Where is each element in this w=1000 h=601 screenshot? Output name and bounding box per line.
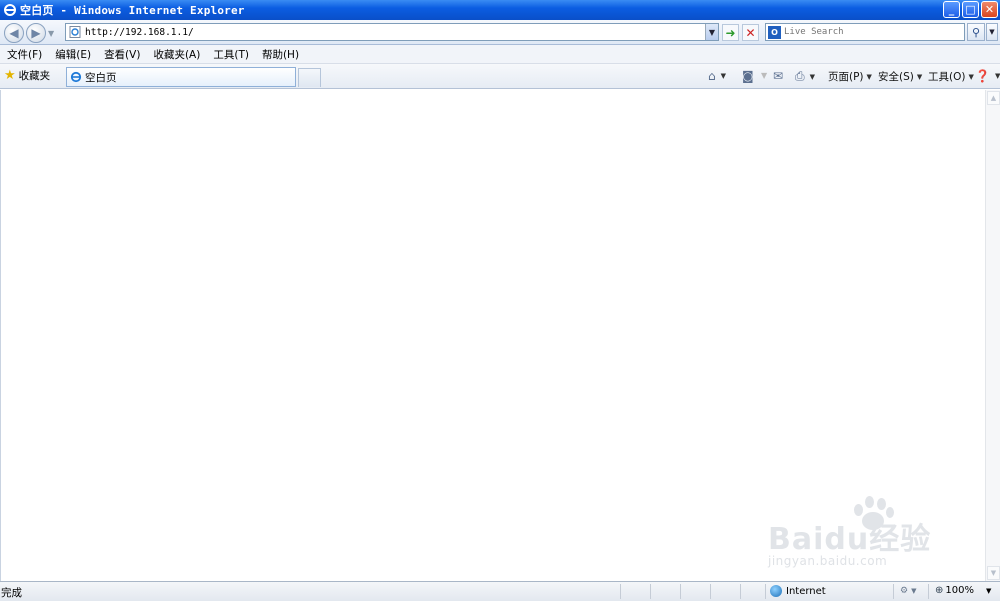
menu-file[interactable]: 文件(F) [7, 47, 42, 62]
favorites-button[interactable]: ★ 收藏夹 [4, 68, 50, 83]
search-field[interactable]: O [765, 23, 965, 41]
menu-tools[interactable]: 工具(T) [213, 47, 249, 62]
status-divider [893, 584, 894, 599]
zoom-button[interactable]: ⊕ 100% ▼ [935, 585, 991, 596]
tab-blank-page[interactable]: 空白页 [66, 67, 296, 87]
back-arrow-icon: ◀ [9, 26, 19, 40]
chevron-down-icon: ▼ [866, 72, 872, 81]
zoom-level: 100% [945, 585, 974, 596]
status-divider [680, 584, 681, 599]
protected-mode-button[interactable]: ⚙ ▼ [900, 586, 916, 596]
status-divider [928, 584, 929, 599]
status-divider [710, 584, 711, 599]
window-title: 空白页 - Windows Internet Explorer [20, 4, 245, 17]
url-input[interactable] [85, 26, 695, 38]
forward-arrow-icon: ▶ [31, 26, 41, 40]
go-arrow-icon: ➜ [725, 25, 736, 40]
mail-icon: ✉ [773, 69, 784, 83]
print-button[interactable]: ⎙ ▼ [795, 69, 815, 84]
close-button[interactable]: ✕ [981, 1, 998, 18]
feeds-dropdown-icon[interactable]: ▼ [761, 71, 767, 80]
help-icon: ❓ [975, 69, 990, 83]
security-zone[interactable]: Internet [770, 585, 826, 597]
vertical-scrollbar[interactable]: ▲ ▼ [985, 90, 1000, 581]
zoom-magnifier-icon: ⊕ [935, 585, 944, 596]
chevron-down-icon: ▼ [994, 72, 1000, 80]
chevron-down-icon: ▼ [708, 27, 716, 37]
tab-label: 空白页 [85, 71, 117, 84]
search-input[interactable] [784, 27, 959, 37]
tab-toolbar: ★ 收藏夹 空白页 ⌂ ▼ ◙ ▼ ✉ ⎙ ▼ 页面(P) ▼ 安全(S) ▼ … [0, 64, 1000, 89]
lock-settings-icon: ⚙ [900, 586, 909, 596]
status-divider [765, 584, 766, 599]
chevron-down-icon: ▼ [989, 28, 995, 36]
status-bar: 完成 Internet ⚙ ▼ ⊕ 100% ▼ [0, 581, 1000, 601]
globe-icon [770, 585, 782, 597]
tools-menu-button[interactable]: 工具(O) ▼ [928, 69, 974, 84]
chevron-down-icon: ▼ [720, 72, 727, 80]
back-button[interactable]: ◀ [4, 23, 24, 43]
stop-button[interactable]: ✕ [742, 24, 759, 41]
watermark-main-text: Baidu经验 [768, 522, 932, 557]
address-field[interactable]: ▼ [65, 23, 719, 41]
magnifier-icon: ⚲ [971, 25, 981, 39]
favorites-label: 收藏夹 [18, 70, 51, 82]
menu-edit[interactable]: 编辑(E) [55, 47, 91, 62]
search-button[interactable]: ⚲ [967, 23, 985, 41]
live-search-icon: O [768, 25, 781, 39]
page-menu-button[interactable]: 页面(P) ▼ [828, 69, 872, 84]
window-controls: _ □ ✕ [943, 1, 998, 18]
zone-label: Internet [786, 585, 826, 597]
forward-button[interactable]: ▶ [26, 23, 46, 43]
address-dropdown-button[interactable]: ▼ [705, 24, 718, 40]
search-options-button[interactable]: ▼ [986, 23, 998, 41]
title-bar: 空白页 - Windows Internet Explorer _ □ ✕ [0, 0, 1000, 20]
safety-menu-button[interactable]: 安全(S) ▼ [878, 69, 922, 84]
ie-logo-icon [4, 4, 16, 16]
stop-icon: ✕ [745, 25, 756, 40]
chevron-down-icon: ▼ [968, 72, 974, 81]
home-icon: ⌂ [708, 69, 716, 83]
baidu-watermark: Baidu经验 jingyan.baidu.com [768, 494, 948, 574]
safety-menu-label: 安全(S) [878, 71, 914, 83]
chevron-down-icon: ▼ [911, 587, 917, 595]
chevron-down-icon: ▼ [985, 586, 992, 595]
feeds-button[interactable]: ◙ [742, 69, 756, 83]
minimize-button[interactable]: _ [943, 1, 960, 18]
read-mail-button[interactable]: ✉ [773, 69, 785, 83]
chevron-down-icon: ▼ [916, 72, 923, 81]
menu-favorites[interactable]: 收藏夹(A) [153, 47, 200, 62]
ie-page-icon [70, 71, 82, 83]
rss-feed-icon: ◙ [742, 69, 754, 83]
scroll-down-button[interactable]: ▼ [987, 566, 1000, 580]
menu-help[interactable]: 帮助(H) [262, 47, 299, 62]
menu-view[interactable]: 查看(V) [104, 47, 140, 62]
page-icon [69, 26, 81, 38]
watermark-sub-text: jingyan.baidu.com [768, 554, 888, 568]
status-text: 完成 [1, 587, 22, 599]
go-button[interactable]: ➜ [722, 24, 739, 41]
help-button[interactable]: ❓ ▼ [975, 69, 1000, 83]
maximize-button[interactable]: □ [962, 1, 979, 18]
menu-bar: 文件(F) 编辑(E) 查看(V) 收藏夹(A) 工具(T) 帮助(H) [0, 45, 1000, 64]
printer-icon: ⎙ [795, 69, 805, 83]
star-icon: ★ [4, 68, 16, 83]
tools-menu-label: 工具(O) [928, 71, 966, 83]
address-toolbar: ◀ ▶ ▼ ▼ ➜ ✕ O ⚲ ▼ [0, 20, 1000, 45]
status-divider [650, 584, 651, 599]
home-button[interactable]: ⌂ ▼ [708, 69, 726, 83]
chevron-down-icon: ▼ [809, 72, 815, 81]
status-divider [740, 584, 741, 599]
scroll-up-button[interactable]: ▲ [987, 91, 1000, 105]
recent-pages-dropdown-icon[interactable]: ▼ [48, 29, 54, 38]
new-tab-button[interactable] [298, 68, 321, 87]
page-menu-label: 页面(P) [828, 71, 864, 83]
status-divider [620, 584, 621, 599]
